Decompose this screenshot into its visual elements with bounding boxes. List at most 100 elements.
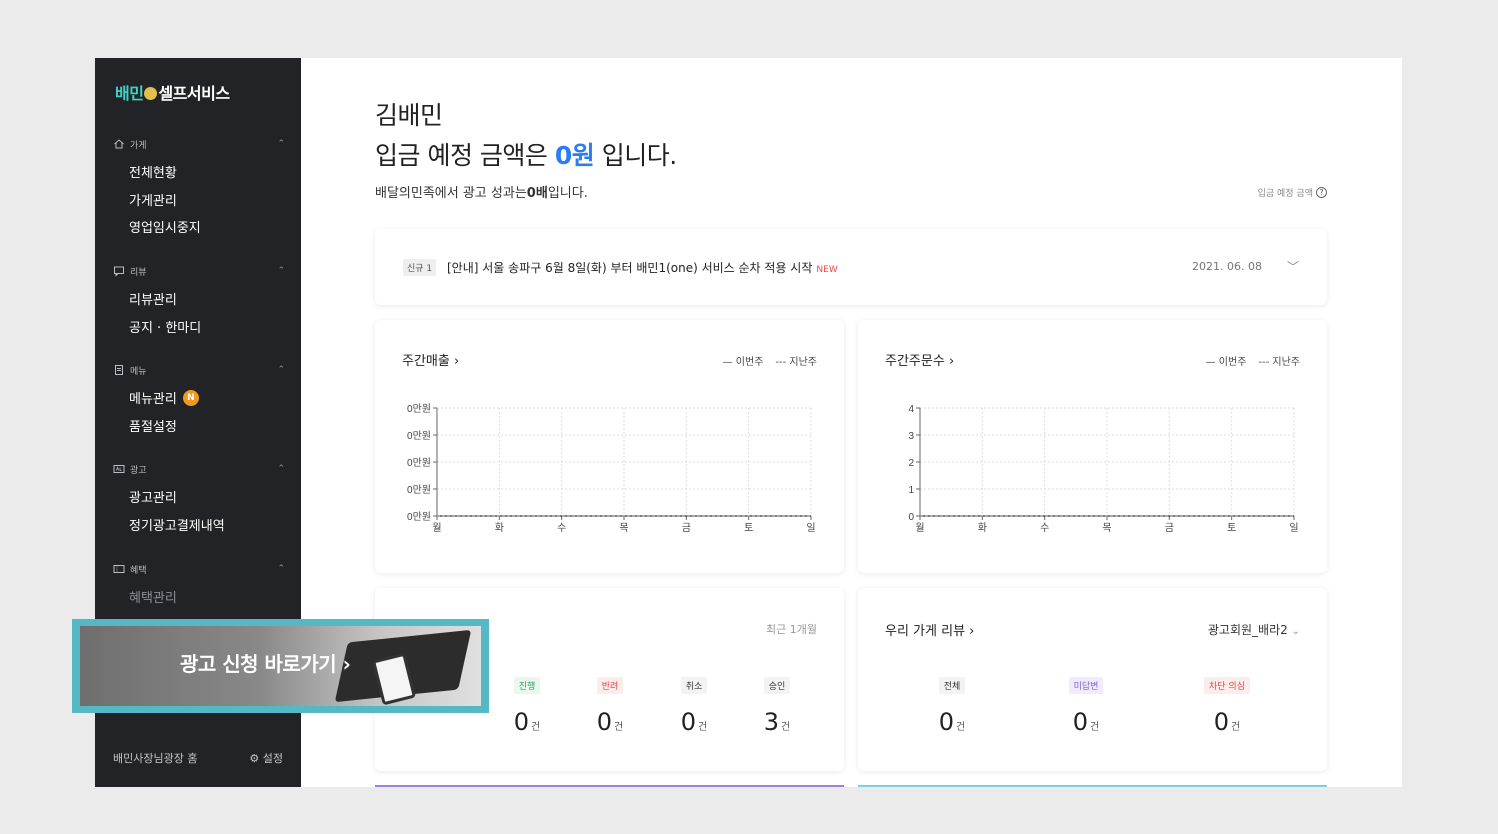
sidebar-section-store: 가게 ⌃ 전체현황 가게관리 영업임시중지 <box>113 136 285 241</box>
performance-prefix: 배달의민족에서 광고 성과는 <box>375 186 527 201</box>
x-tick-label: 일 <box>1289 522 1298 534</box>
deposit-info-link[interactable]: 입금 예정 금액 ? <box>1258 186 1327 199</box>
owner-square-home-link[interactable]: 배민사장님광장 홈 <box>113 750 197 766</box>
sidebar-item-temp-close[interactable]: 영업임시중지 <box>113 213 285 241</box>
sidebar-section-label: 혜택 <box>130 565 147 576</box>
chat-icon <box>114 266 124 277</box>
deposit-amount: 0원 <box>554 141 595 170</box>
x-tick-label: 수 <box>1040 522 1049 534</box>
stat-label: 차단 의심 <box>1204 677 1250 694</box>
ad-icon <box>113 465 125 473</box>
stat-unit: 건 <box>1090 722 1100 733</box>
x-tick-label: 월 <box>432 522 441 534</box>
logo[interactable]: 배민 셀프서비스 <box>115 80 230 104</box>
stat-label: 반려 <box>596 677 624 694</box>
sidebar-section-header[interactable]: 가게 ⌃ <box>113 136 285 152</box>
stat-label: 진행 <box>513 677 541 694</box>
review-stat-blocked[interactable]: 차단 의심 0건 <box>1197 674 1257 736</box>
ad-stat-approved[interactable]: 승인 3건 <box>747 674 807 736</box>
sidebar-section-label: 리뷰 <box>130 267 147 278</box>
sidebar-section-benefits: 혜택 ⌃ 혜택관리 <box>113 561 285 611</box>
sidebar-item-overview[interactable]: 전체현황 <box>113 158 285 186</box>
sidebar-section-label: 메뉴 <box>130 366 147 377</box>
x-tick-label: 화 <box>978 522 987 534</box>
next-card-edge-teal <box>858 785 1327 787</box>
stat-unit: 건 <box>1231 722 1241 733</box>
weekly-orders-card: 주간주문수 › — 이번주 --- 지난주 01234월화수목금토일 <box>858 320 1327 573</box>
notice-title: [안내] 서울 송파구 6월 8일(화) 부터 배민1(one) 서비스 순차 … <box>447 261 813 275</box>
coupon-icon <box>113 565 125 573</box>
sidebar-section-header[interactable]: 메뉴 ⌃ <box>113 362 285 378</box>
sidebar-section-review: 리뷰 ⌃ 리뷰관리 공지 · 한마디 <box>113 263 285 340</box>
sidebar-item-soldout[interactable]: 품절설정 <box>113 412 285 440</box>
sidebar-item-store-manage[interactable]: 가게관리 <box>113 186 285 214</box>
stat-value: 3 <box>763 708 780 736</box>
ad-stat-rejected[interactable]: 반려 0건 <box>580 674 640 736</box>
chevron-up-icon: ⌃ <box>277 266 285 276</box>
sidebar-section-label: 가게 <box>130 140 147 151</box>
y-tick-label: 1 <box>908 485 914 496</box>
sidebar-section-header[interactable]: 혜택 ⌃ <box>113 561 285 577</box>
store-selector[interactable]: 광고회원_배라2 ⌄ <box>1208 621 1300 638</box>
reviews-title[interactable]: 우리 가게 리뷰 › <box>885 620 974 639</box>
reviews-card: 우리 가게 리뷰 › 광고회원_배라2 ⌄ 전체 0건 미답변 0건 차단 의심… <box>858 588 1327 771</box>
reviews-title-text: 우리 가게 리뷰 <box>885 624 966 639</box>
review-stat-unanswered[interactable]: 미답변 0건 <box>1056 674 1116 736</box>
weekly-sales-chart: 0만원 0만원 0만원 0만원 0만원월 화 수 목 금 토 일 <box>407 403 816 534</box>
weekly-sales-card: 주간매출 › — 이번주 --- 지난주 0만원 0만원 0만원 0만원 0만원 월 화 수 목… <box>375 320 844 573</box>
chevron-down-icon[interactable]: ﹀ <box>1287 258 1299 275</box>
y-tick-label: 3 <box>908 431 914 442</box>
sidebar-section-header[interactable]: 광고 ⌃ <box>113 461 285 477</box>
sidebar-item-label: 메뉴관리 <box>129 392 177 408</box>
notice-card[interactable]: 신규 1 [안내] 서울 송파구 6월 8일(화) 부터 배민1(one) 서비… <box>375 229 1327 305</box>
weekly-orders-chart: 0 1 2 3 4 월 화 수 목 금 토 일 <box>908 404 1298 534</box>
stat-label: 승인 <box>763 677 791 694</box>
stat-unit: 건 <box>531 722 541 733</box>
logo-self-service: 셀프서비스 <box>158 84 230 103</box>
sidebar-item-ad-payment[interactable]: 정기광고결제내역 <box>113 511 285 539</box>
deposit-info-label: 입금 예정 금액 <box>1257 189 1313 199</box>
sidebar-item-review-manage[interactable]: 리뷰관리 <box>113 285 285 313</box>
sidebar-item-notice[interactable]: 공지 · 한마디 <box>113 313 285 341</box>
sidebar-item-menu-manage[interactable]: 메뉴관리 N <box>113 384 285 412</box>
banner-inner: 광고 신청 바로가기 › <box>80 626 481 706</box>
x-tick-label: 토 <box>1227 523 1236 534</box>
next-card-edge-purple <box>375 785 844 787</box>
notice-date: 2021. 06. 08 <box>1192 260 1262 273</box>
y-tick-label: 0만원 <box>407 511 431 523</box>
x-tick-label: 일 <box>806 522 815 534</box>
settings-label: 설정 <box>262 752 283 765</box>
x-tick-label: 수 <box>557 522 566 534</box>
settings-link[interactable]: ⚙ 설정 <box>249 750 283 766</box>
stat-value: 0 <box>680 708 697 736</box>
stat-label: 취소 <box>680 677 708 694</box>
ad-stat-ongoing[interactable]: 진행 0건 <box>497 674 557 736</box>
chevron-up-icon: ⌃ <box>277 564 285 574</box>
stat-value: 0 <box>938 708 955 736</box>
x-tick-label: 금 <box>1165 522 1174 534</box>
stat-label: 전체 <box>938 677 966 694</box>
ad-apply-banner[interactable]: 광고 신청 바로가기 › <box>72 619 489 713</box>
sidebar-item-benefit-manage[interactable]: 혜택관리 <box>113 583 285 611</box>
chevron-up-icon: ⌃ <box>277 365 285 375</box>
sidebar-section-menu: 메뉴 ⌃ 메뉴관리 N 품절설정 <box>113 362 285 439</box>
owner-name: 김배민 <box>375 101 443 130</box>
sidebar-section-header[interactable]: 리뷰 ⌃ <box>113 263 285 279</box>
review-stat-total[interactable]: 전체 0건 <box>922 674 982 736</box>
stat-unit: 건 <box>956 722 966 733</box>
chevron-right-icon: › <box>969 624 975 639</box>
banner-label: 광고 신청 바로가기 <box>180 652 337 676</box>
deposit-headline: 입금 예정 금액은 0원 입니다. <box>375 136 677 172</box>
sidebar-item-ad-manage[interactable]: 광고관리 <box>113 483 285 511</box>
x-tick-label: 목 <box>619 522 628 534</box>
y-tick-label: 4 <box>908 404 914 415</box>
stat-label: 미답변 <box>1068 677 1104 694</box>
stat-unit: 건 <box>698 722 708 733</box>
document-icon <box>115 365 123 375</box>
sidebar-section-label: 광고 <box>130 465 147 476</box>
ad-stats-period: 최근 1개월 <box>766 623 817 636</box>
y-tick-label: 2 <box>908 458 914 469</box>
ad-stat-cancelled[interactable]: 취소 0건 <box>664 674 724 736</box>
banner-text: 광고 신청 바로가기 › <box>180 648 351 677</box>
stat-value: 0 <box>1072 708 1089 736</box>
